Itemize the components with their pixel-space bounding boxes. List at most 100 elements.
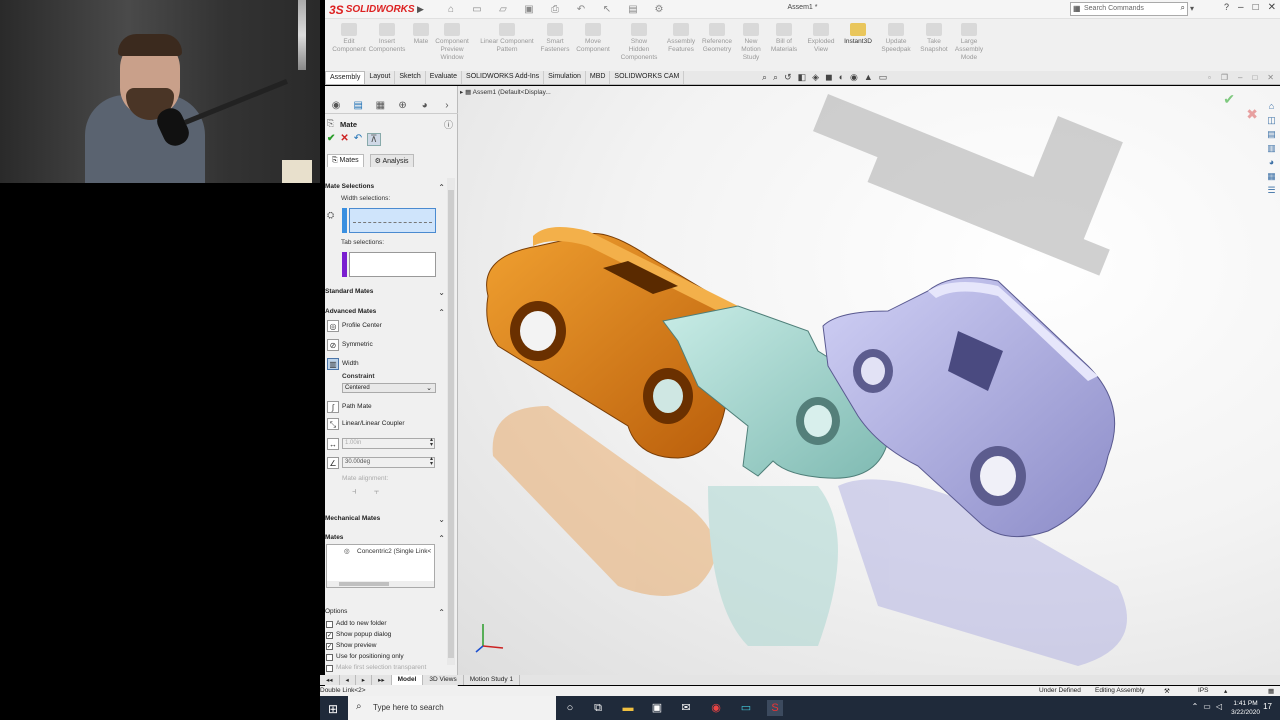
option-show-preview[interactable]: ✓ Show preview <box>326 642 444 652</box>
file-explorer-icon[interactable]: ▬ <box>620 700 636 716</box>
tab-evaluate[interactable]: Evaluate <box>426 71 463 84</box>
status-options-icon[interactable]: ▦ <box>1268 687 1274 695</box>
taskbar-search-input[interactable]: ⌕ Type here to search <box>348 696 556 720</box>
ok-button[interactable]: ✔ <box>327 133 335 146</box>
scene-icon[interactable]: ▲ <box>864 72 873 83</box>
doc-tile-icon[interactable]: ▫ <box>1208 73 1211 82</box>
option-add-to-folder[interactable]: Add to new folder <box>326 620 444 630</box>
status-units[interactable]: IPS <box>1198 687 1208 694</box>
appearance-icon[interactable]: ◉ <box>850 72 858 83</box>
cmd-linear-pattern[interactable]: Linear Component Pattern <box>475 23 539 54</box>
cmd-move-component[interactable]: Move Component <box>569 23 617 54</box>
hide-show-icon[interactable]: ◐ <box>839 72 844 83</box>
network-icon[interactable]: ▭ <box>1203 702 1211 711</box>
zoom-area-icon[interactable]: ⌕ <box>773 72 778 83</box>
nav-first-icon[interactable]: ◂◂ <box>320 675 340 685</box>
mail-icon[interactable]: ✉ <box>678 700 694 716</box>
checkbox-checked[interactable]: ✓ <box>326 643 333 650</box>
checkbox[interactable] <box>326 665 333 672</box>
windows-start-icon[interactable]: ⊞ <box>328 702 338 716</box>
section-view-icon[interactable]: ◧ <box>798 72 807 83</box>
tab-assembly[interactable]: Assembly <box>325 71 366 84</box>
cmd-show-hidden[interactable]: Show Hidden Components <box>615 23 663 62</box>
minimize-icon[interactable]: – <box>1238 2 1244 13</box>
collapse-icon[interactable]: ⌃ <box>438 308 445 317</box>
mates-list[interactable]: ◎ Concentric2 (Single Link< <box>326 544 435 588</box>
cmd-component-preview[interactable]: Component Preview Window <box>428 23 476 62</box>
close-icon[interactable]: ✕ <box>1268 2 1276 13</box>
display-manager-icon[interactable]: ◕ <box>418 99 432 112</box>
option-show-popup[interactable]: ✓ Show popup dialog <box>326 631 444 641</box>
notifications-icon[interactable]: 17 <box>1263 702 1272 711</box>
chrome-icon[interactable]: ◉ <box>708 700 724 716</box>
mate-width[interactable]: ▥ Width <box>327 358 445 372</box>
zoom-fit-icon[interactable]: ⌕ <box>762 72 767 83</box>
store-icon[interactable]: ▣ <box>649 700 665 716</box>
search-icon[interactable]: ⌕ <box>1181 3 1185 13</box>
spinner-icon[interactable]: ▴ ▾ <box>430 437 433 448</box>
mate-list-item[interactable]: Concentric2 (Single Link< <box>357 548 431 555</box>
collapse-icon[interactable]: ⌃ <box>438 534 445 543</box>
search-commands-input[interactable]: ▦ Search Commands ⌕ <box>1070 2 1188 16</box>
mate-selections-group[interactable]: Mate Selections ⌃ <box>325 183 445 192</box>
doc-maximize-icon[interactable]: □ <box>1252 73 1257 82</box>
mate-path[interactable]: ∫ Path Mate <box>327 401 445 415</box>
graphics-area[interactable]: ▸ ▦ Assem1 (Default<Display... ✔ ✖ ⌂ ◫ ▤… <box>458 86 1280 675</box>
option-positioning-only[interactable]: Use for positioning only <box>326 653 444 663</box>
configuration-manager-icon[interactable]: ▦ <box>373 99 387 112</box>
tab-mates[interactable]: ⎘ Mates <box>327 154 364 167</box>
property-manager-icon[interactable]: ▤ <box>351 99 365 112</box>
help-icon[interactable]: ? <box>1224 2 1229 13</box>
pm-scroll-thumb[interactable] <box>448 190 454 658</box>
checkbox[interactable] <box>326 654 333 661</box>
tab-simulation[interactable]: Simulation <box>544 71 586 84</box>
cmd-large-assembly[interactable]: Large Assembly Mode <box>945 23 993 62</box>
cancel-button[interactable]: ✕ <box>340 133 348 146</box>
tab-sketch[interactable]: Sketch <box>395 71 426 84</box>
tray-expand-icon[interactable]: ⌃ <box>1192 702 1199 711</box>
align-anti-aligned-icon[interactable]: ⫟ <box>374 486 379 497</box>
tab-model[interactable]: Model <box>391 675 424 685</box>
mate-linear-coupler[interactable]: ⤡ Linear/Linear Coupler <box>327 418 445 432</box>
previous-view-icon[interactable]: ↺ <box>784 72 792 83</box>
tab-cam[interactable]: SOLIDWORKS CAM <box>610 71 685 84</box>
tab-mbd[interactable]: MBD <box>586 71 611 84</box>
doc-restore-icon[interactable]: ❐ <box>1221 73 1228 82</box>
solidworks-taskbar-icon[interactable]: S <box>767 700 783 716</box>
align-aligned-icon[interactable]: ⫞ <box>352 486 357 497</box>
collapse-icon[interactable]: ⌃ <box>438 183 445 192</box>
mate-symmetric[interactable]: ⊘ Symmetric <box>327 339 445 353</box>
search-dropdown-icon[interactable]: ▾ <box>1190 4 1194 13</box>
units-dropdown-icon[interactable]: ▴ <box>1224 687 1227 695</box>
pin-button[interactable]: ⊼ <box>367 133 381 146</box>
taskbar-clock[interactable]: 1:41 PM 3/22/2020 <box>1231 699 1260 717</box>
doc-minimize-icon[interactable]: – <box>1238 73 1242 82</box>
width-selections-box[interactable] <box>349 208 436 233</box>
angle-input[interactable]: 30.00deg ▴ ▾ <box>342 456 435 468</box>
cortana-icon[interactable]: ○ <box>562 700 578 716</box>
tab-addins[interactable]: SOLIDWORKS Add-Ins <box>462 71 545 84</box>
monitor-icon[interactable]: ▭ <box>879 72 888 83</box>
dimxpert-icon[interactable]: ⊕ <box>396 99 410 112</box>
doc-close-icon[interactable]: ✕ <box>1267 73 1274 82</box>
tab-selections-box[interactable] <box>349 252 436 277</box>
maximize-icon[interactable]: □ <box>1253 2 1259 13</box>
task-view-icon[interactable]: ⧉ <box>590 700 606 716</box>
remote-desktop-icon[interactable]: ▭ <box>738 700 754 716</box>
checkbox-checked[interactable]: ✓ <box>326 632 333 639</box>
expand-icon[interactable]: ⌄ <box>438 515 445 524</box>
distance-input[interactable]: 1.00in ▴ ▾ <box>342 437 435 449</box>
nav-prev-icon[interactable]: ◂ <box>340 675 356 685</box>
tab-3d-views[interactable]: 3D Views <box>423 675 464 685</box>
advanced-mates-group[interactable]: Advanced Mates ⌃ <box>325 308 445 317</box>
help-icon[interactable]: ⓘ <box>444 118 453 131</box>
constraint-select[interactable]: Centered ⌄ <box>342 383 436 393</box>
pm-vertical-scrollbar[interactable] <box>447 178 455 665</box>
mates-hscroll-thumb[interactable] <box>339 582 389 586</box>
rebuild-status-icon[interactable]: ⚒ <box>1164 687 1170 695</box>
mate-profile-center[interactable]: ◎ Profile Center <box>327 320 445 334</box>
volume-icon[interactable]: ◁ <box>1216 702 1222 711</box>
expand-icon[interactable]: ⌄ <box>438 288 445 297</box>
display-style-icon[interactable]: ◼ <box>825 72 832 83</box>
nav-next-icon[interactable]: ▸ <box>356 675 373 685</box>
